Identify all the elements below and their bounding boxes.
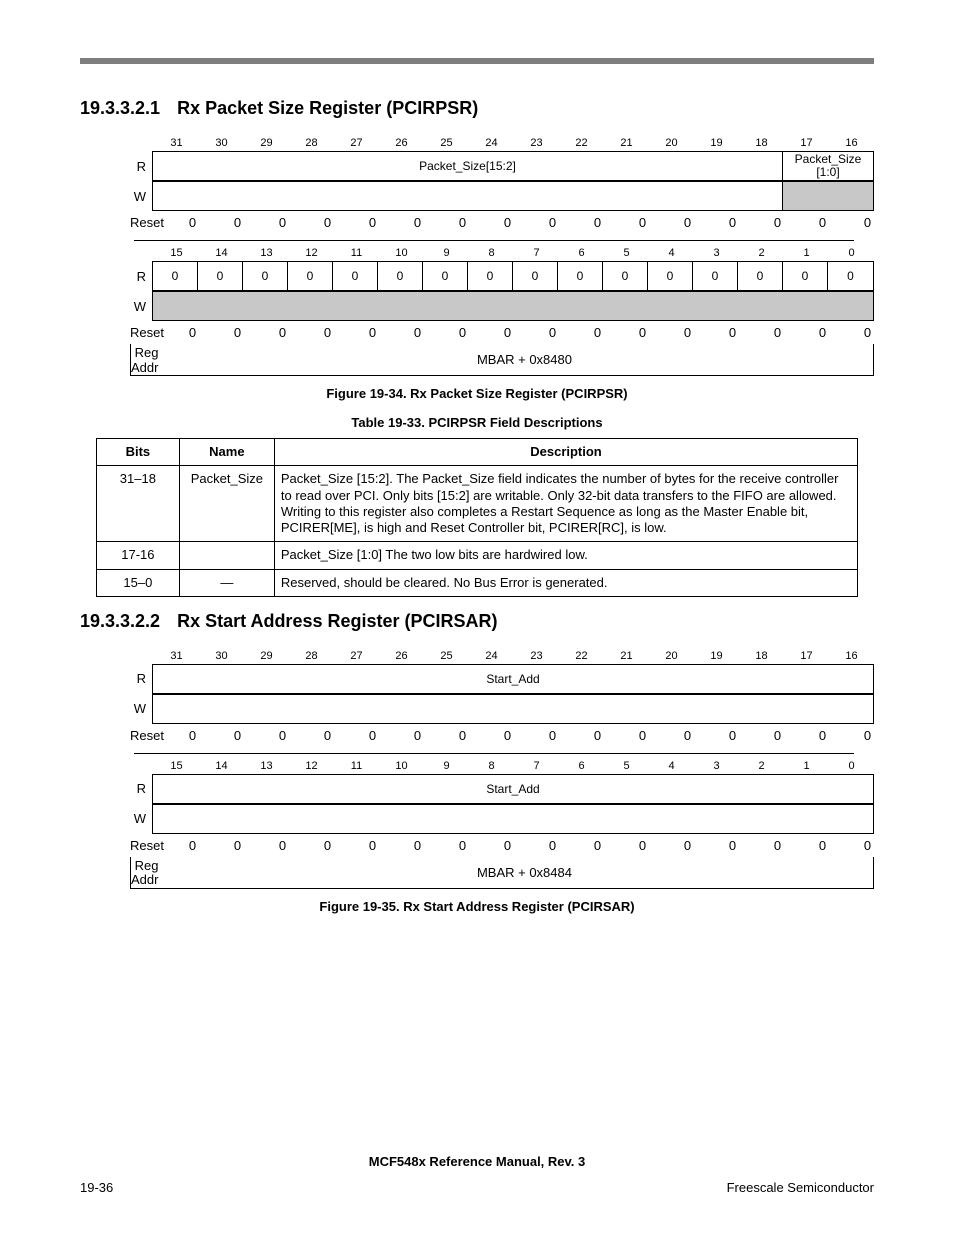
field-description-table: Bits Name Description 31–18 Packet_Size … (96, 438, 858, 597)
section-title: Rx Start Address Register (PCIRSAR) (177, 611, 497, 631)
reset-row-high: Reset 0000000000000000 (130, 724, 874, 747)
write-shaded (783, 182, 873, 210)
header-rule (80, 58, 874, 64)
page: 19.3.3.2.1 Rx Packet Size Register (PCIR… (0, 0, 954, 1235)
section-title: Rx Packet Size Register (PCIRPSR) (177, 98, 478, 118)
separator (134, 753, 854, 754)
figure-caption-2: Figure 19-35. Rx Start Address Register … (80, 899, 874, 914)
write-row-high: W (130, 694, 874, 724)
company-name: Freescale Semiconductor (727, 1180, 874, 1195)
reg-addr-row: Reg Addr MBAR + 0x8480 (130, 344, 874, 376)
section-heading-1: 19.3.3.2.1 Rx Packet Size Register (PCIR… (80, 98, 874, 119)
write-row-low: W (130, 804, 874, 834)
field-packet-size-1-0: Packet_Size [1:0] (783, 152, 873, 180)
register-diagram-pcirsar-low: 1514131211109876543210 R Start_Add W Res… (130, 758, 874, 889)
table-row: 15–0 — Reserved, should be cleared. No B… (96, 569, 857, 596)
reg-addr-row: Reg Addr MBAR + 0x8484 (130, 857, 874, 889)
page-number: 19-36 (80, 1180, 113, 1195)
footer-doc-title: MCF548x Reference Manual, Rev. 3 (0, 1154, 954, 1169)
table-row: 31–18 Packet_Size Packet_Size [15:2]. Th… (96, 466, 857, 542)
row-label-reset: Reset (130, 211, 170, 234)
table-caption-1: Table 19-33. PCIRPSR Field Descriptions (80, 415, 874, 430)
row-label-r: R (130, 151, 152, 181)
section-heading-2: 19.3.3.2.2 Rx Start Address Register (PC… (80, 611, 874, 632)
bit-numbers-low: 1514131211109876543210 (130, 758, 874, 774)
read-row-high: R Start_Add (130, 664, 874, 694)
write-row-low: W (130, 291, 874, 321)
table-row: 17-16 Packet_Size [1:0] The two low bits… (96, 542, 857, 569)
field-packet-size-15-2: Packet_Size[15:2] (153, 152, 783, 180)
reset-row-low: Reset 0000000000000000 (130, 834, 874, 857)
bit-numbers-high: 31302928272625242322212019181716 (130, 648, 874, 664)
write-row-high: W (130, 181, 874, 211)
figure-caption-1: Figure 19-34. Rx Packet Size Register (P… (80, 386, 874, 401)
section-number: 19.3.3.2.2 (80, 611, 160, 631)
register-diagram-pcirsar: 31302928272625242322212019181716 R Start… (130, 648, 874, 747)
read-row-low: R Start_Add (130, 774, 874, 804)
field-start-add-high: Start_Add (153, 665, 873, 693)
separator (134, 240, 854, 241)
th-desc: Description (274, 439, 857, 466)
row-label-reg-addr: Reg Addr (131, 344, 164, 375)
th-name: Name (179, 439, 274, 466)
row-label-reg-addr: Reg Addr (131, 857, 164, 888)
reset-row-high: Reset 0000000000000000 (130, 211, 874, 234)
section-number: 19.3.3.2.1 (80, 98, 160, 118)
reset-row-low: Reset 0000000000000000 (130, 321, 874, 344)
reg-addr-value: MBAR + 0x8484 (164, 857, 884, 888)
bit-numbers-low: 1514131211109876543210 (130, 245, 874, 261)
register-diagram-pcirpsr-low: 1514131211109876543210 R 000000000000000… (130, 245, 874, 376)
th-bits: Bits (96, 439, 179, 466)
register-diagram-pcirpsr: 31302928272625242322212019181716 R Packe… (130, 135, 874, 234)
footer-row: 19-36 Freescale Semiconductor (80, 1180, 874, 1195)
read-row-low: R 0000000000000000 (130, 261, 874, 291)
row-label-w: W (130, 181, 152, 211)
reg-addr-value: MBAR + 0x8480 (164, 344, 884, 375)
field-start-add-low: Start_Add (153, 775, 873, 803)
bit-numbers-high: 31302928272625242322212019181716 (130, 135, 874, 151)
reserved-shaded (153, 292, 873, 320)
read-row-high: R Packet_Size[15:2] Packet_Size [1:0] (130, 151, 874, 181)
